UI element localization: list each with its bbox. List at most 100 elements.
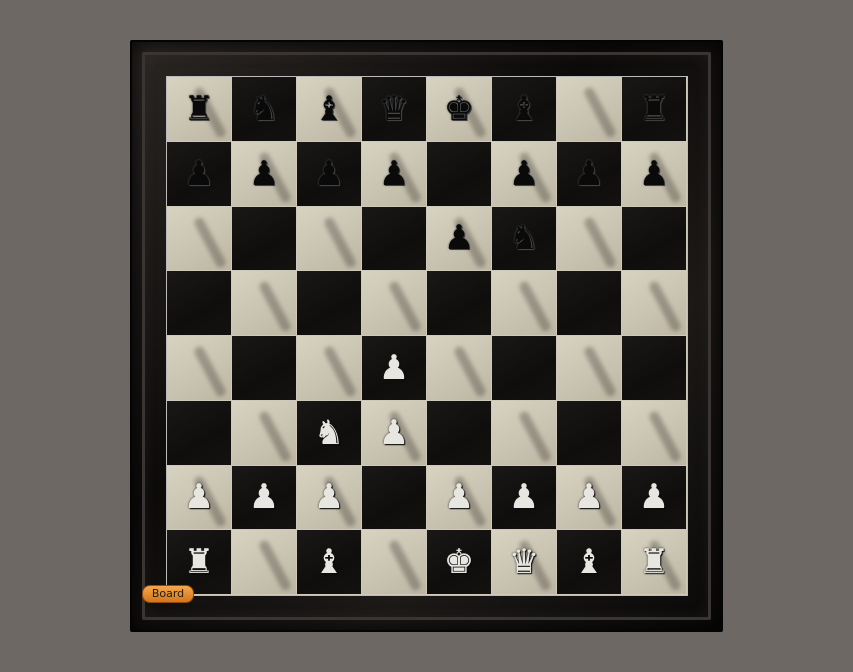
square-h7[interactable]: ♟	[622, 141, 687, 207]
square-e7[interactable]	[427, 141, 492, 207]
black-knight-piece[interactable]: ♞	[249, 92, 279, 126]
square-f4[interactable]	[492, 336, 557, 401]
white-pawn-piece[interactable]: ♟	[639, 480, 669, 514]
white-pawn-piece[interactable]: ♟	[379, 351, 409, 385]
square-d6[interactable]	[362, 206, 427, 272]
square-c5[interactable]	[297, 271, 362, 336]
square-c1[interactable]: ♝	[297, 530, 362, 595]
square-d7[interactable]: ♟	[362, 141, 427, 207]
black-knight-piece[interactable]: ♞	[509, 221, 539, 255]
white-bishop-piece[interactable]: ♝	[574, 545, 604, 579]
black-pawn-piece[interactable]: ♟	[379, 157, 409, 191]
square-f8[interactable]: ♝	[492, 77, 557, 142]
black-bishop-piece[interactable]: ♝	[509, 92, 539, 126]
black-rook-piece[interactable]: ♜	[639, 92, 669, 126]
square-b8[interactable]: ♞	[232, 77, 297, 142]
white-king-piece[interactable]: ♚	[444, 545, 474, 579]
square-f2[interactable]: ♟	[492, 465, 557, 531]
square-g3[interactable]	[557, 400, 622, 466]
board-button[interactable]: Board	[142, 585, 194, 603]
square-e2[interactable]: ♟	[427, 465, 492, 531]
black-pawn-piece[interactable]: ♟	[444, 221, 474, 255]
square-g6[interactable]	[557, 206, 622, 272]
white-bishop-piece[interactable]: ♝	[314, 545, 344, 579]
square-c6[interactable]	[297, 206, 362, 272]
square-d2[interactable]	[362, 465, 427, 531]
white-knight-piece[interactable]: ♞	[314, 416, 344, 450]
square-a7[interactable]: ♟	[167, 141, 232, 207]
black-pawn-piece[interactable]: ♟	[639, 157, 669, 191]
square-h4[interactable]	[622, 336, 687, 401]
square-g4[interactable]	[557, 336, 622, 401]
square-a8[interactable]: ♜	[167, 77, 232, 142]
square-f6[interactable]: ♞	[492, 206, 557, 272]
square-e5[interactable]	[427, 271, 492, 336]
square-a3[interactable]	[167, 400, 232, 466]
chess-board[interactable]: ♜ ♞ ♝ ♛ ♚ ♝ ♜ ♟ ♟ ♟ ♟ ♟ ♟ ♟ ♟ ♞ ♟ ♞ ♟ ♟ ♟ ♟ ♟ ♟ ♟ ♟ ♜ ♝ ♚ ♛ ♝ ♜	[166, 76, 688, 596]
square-c4[interactable]	[297, 336, 362, 401]
white-pawn-piece[interactable]: ♟	[444, 480, 474, 514]
black-pawn-piece[interactable]: ♟	[314, 157, 344, 191]
square-d3[interactable]: ♟	[362, 400, 427, 466]
square-b3[interactable]	[232, 400, 297, 466]
square-d1[interactable]	[362, 530, 427, 595]
square-h6[interactable]	[622, 206, 687, 272]
square-f1[interactable]: ♛	[492, 530, 557, 595]
square-g5[interactable]	[557, 271, 622, 336]
square-h5[interactable]	[622, 271, 687, 336]
black-pawn-piece[interactable]: ♟	[249, 157, 279, 191]
square-e3[interactable]	[427, 400, 492, 466]
white-rook-piece[interactable]: ♜	[639, 545, 669, 579]
square-b4[interactable]	[232, 336, 297, 401]
square-a6[interactable]	[167, 206, 232, 272]
white-queen-piece[interactable]: ♛	[509, 545, 539, 579]
white-pawn-piece[interactable]: ♟	[314, 480, 344, 514]
black-king-piece[interactable]: ♚	[444, 92, 474, 126]
black-pawn-piece[interactable]: ♟	[509, 157, 539, 191]
square-g2[interactable]: ♟	[557, 465, 622, 531]
black-queen-piece[interactable]: ♛	[379, 92, 409, 126]
square-b2[interactable]: ♟	[232, 465, 297, 531]
shadow-decoration	[257, 409, 293, 463]
square-f3[interactable]	[492, 400, 557, 466]
square-a2[interactable]: ♟	[167, 465, 232, 531]
square-g1[interactable]: ♝	[557, 530, 622, 595]
square-e8[interactable]: ♚	[427, 77, 492, 142]
square-d5[interactable]	[362, 271, 427, 336]
square-b1[interactable]	[232, 530, 297, 595]
square-d8[interactable]: ♛	[362, 77, 427, 142]
square-c8[interactable]: ♝	[297, 77, 362, 142]
square-e6[interactable]: ♟	[427, 206, 492, 272]
square-b6[interactable]	[232, 206, 297, 272]
shadow-decoration	[517, 280, 553, 334]
square-g8[interactable]	[557, 77, 622, 142]
square-f5[interactable]	[492, 271, 557, 336]
square-b5[interactable]	[232, 271, 297, 336]
square-c7[interactable]: ♟	[297, 141, 362, 207]
black-pawn-piece[interactable]: ♟	[184, 157, 214, 191]
white-pawn-piece[interactable]: ♟	[509, 480, 539, 514]
black-bishop-piece[interactable]: ♝	[314, 92, 344, 126]
white-pawn-piece[interactable]: ♟	[184, 480, 214, 514]
white-rook-piece[interactable]: ♜	[184, 545, 214, 579]
white-pawn-piece[interactable]: ♟	[574, 480, 604, 514]
black-pawn-piece[interactable]: ♟	[574, 157, 604, 191]
square-e4[interactable]	[427, 336, 492, 401]
square-b7[interactable]: ♟	[232, 141, 297, 207]
square-h2[interactable]: ♟	[622, 465, 687, 531]
shadow-decoration	[647, 280, 683, 334]
square-h1[interactable]: ♜	[622, 530, 687, 595]
black-rook-piece[interactable]: ♜	[184, 92, 214, 126]
square-a4[interactable]	[167, 336, 232, 401]
white-pawn-piece[interactable]: ♟	[249, 480, 279, 514]
white-pawn-piece[interactable]: ♟	[379, 416, 409, 450]
square-c2[interactable]: ♟	[297, 465, 362, 531]
square-h8[interactable]: ♜	[622, 77, 687, 142]
square-c3[interactable]: ♞	[297, 400, 362, 466]
square-h3[interactable]	[622, 400, 687, 466]
square-d4[interactable]: ♟	[362, 336, 427, 401]
square-e1[interactable]: ♚	[427, 530, 492, 595]
square-f7[interactable]: ♟	[492, 141, 557, 207]
square-g7[interactable]: ♟	[557, 141, 622, 207]
square-a5[interactable]	[167, 271, 232, 336]
